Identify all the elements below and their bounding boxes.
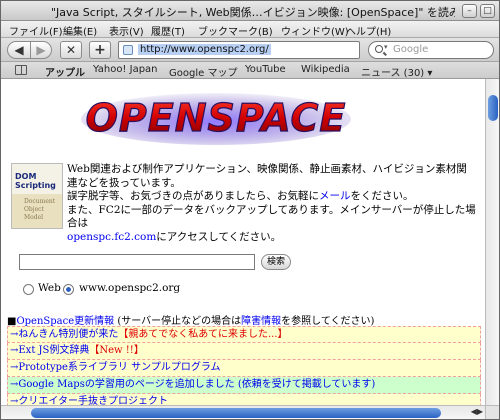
logo-text: OPENSPACE: [86, 96, 347, 140]
menu-window[interactable]: ウィンドウ(W): [281, 23, 349, 38]
news-link[interactable]: →ねんきん特別便が来た: [10, 329, 118, 340]
bookmark-wikipedia[interactable]: Wikipedia: [301, 64, 350, 75]
menu-bookmarks[interactable]: ブックマーク(B): [198, 23, 273, 38]
radio-web[interactable]: [23, 284, 34, 295]
intro-line-4: openspc.fc2.comにアクセスしてください。: [67, 231, 477, 245]
menu-edit[interactable]: 編集(E): [63, 23, 97, 38]
bookmark-apple[interactable]: アップル: [45, 64, 85, 79]
bookmarks-bar: アップル Yahoo! Japan Google マップ YouTube Wik…: [1, 62, 499, 79]
minimize-icon: –: [467, 6, 472, 16]
news-item[interactable]: →クリエイター手抜きプロジェクト: [7, 394, 481, 405]
forward-button[interactable]: ▶: [30, 41, 52, 59]
scroll-arrows-icon[interactable]: ◀▶: [471, 407, 483, 416]
news-item[interactable]: →ねんきん特別便が来た【親あてでなく私あてに来ました...】: [7, 326, 481, 343]
bookmark-news[interactable]: ニュース (30) ▾: [361, 64, 432, 79]
page-content: OPENSPACE DOM Scripting Document Object …: [1, 79, 485, 405]
url-text[interactable]: http://www.openspc2.org/: [138, 44, 271, 55]
resize-corner[interactable]: [485, 405, 499, 419]
dom-scripting-book-image[interactable]: DOM Scripting Document Object Model: [11, 163, 63, 229]
intro-line-4-text: にアクセスしてください。: [156, 230, 282, 243]
add-bookmark-button[interactable]: +: [89, 41, 111, 59]
bookmark-yahoo-japan[interactable]: Yahoo! Japan: [93, 64, 158, 75]
title-bar: "Java Script, スタイルシート, Web関係…イビジョン映像: [O…: [1, 1, 499, 21]
plus-icon: +: [94, 42, 106, 58]
radio-site-label: www.openspc2.org: [79, 282, 181, 294]
book-subtitle: Document Object Model: [24, 198, 56, 221]
fc2-link[interactable]: openspc.fc2.com: [67, 231, 156, 243]
openspace-logo: OPENSPACE: [81, 93, 351, 145]
intro-line-2: 誤字脱字等、お気づきの点がありましたら、お気軽にメールをください。: [67, 190, 477, 204]
menu-file[interactable]: ファイル(F): [9, 23, 63, 38]
minimize-button[interactable]: –: [462, 4, 477, 18]
menu-bar: ファイル(F) 編集(E) 表示(V) 履歴(T) ブックマーク(B) ウィンド…: [1, 21, 499, 38]
news-item[interactable]: →Prototype系ライブラリ サンプルプログラム: [7, 360, 481, 377]
search-field[interactable]: ▾ Google: [368, 41, 494, 59]
mail-link[interactable]: メール: [319, 190, 351, 202]
address-bar[interactable]: http://www.openspc2.org/: [118, 41, 360, 59]
menu-help[interactable]: ヘルプ(H): [346, 23, 391, 38]
stop-icon: ✕: [65, 43, 77, 57]
stop-button[interactable]: ✕: [60, 41, 82, 59]
search-icon: [375, 45, 383, 53]
news-note: 【親あてでなく私あてに来ました...】: [118, 329, 288, 340]
menu-view[interactable]: 表示(V): [109, 23, 144, 38]
bookmarks-book-icon[interactable]: [15, 65, 27, 75]
intro-line-1: Web関連および制作アプリケーション、映像関係、静止画素材、ハイビジョン素材関連…: [67, 163, 467, 189]
navigation-toolbar: ◀ ▶ ✕ + http://www.openspc2.org/ ▾ Googl…: [1, 38, 499, 62]
intro-line-3: また、FC2に一部のデータをバックアップしてあります。メインサーバーが停止した場…: [67, 203, 476, 230]
search-dropdown-icon[interactable]: ▾: [384, 43, 388, 51]
back-arrow-icon: ◀: [14, 43, 24, 57]
intro-text: Web関連および制作アプリケーション、映像関係、静止画素材、ハイビジョン素材関連…: [67, 163, 477, 244]
news-list: →ねんきん特別便が来た【親あてでなく私あてに来ました...】 →Ext JS例文…: [7, 326, 481, 405]
news-item[interactable]: →Ext JS例文辞典【New !!】: [7, 343, 481, 360]
menu-history[interactable]: 履歴(T): [151, 23, 185, 38]
news-link[interactable]: →Google Mapsの学習用のページを追加しました (依頼を受けて掲載してい…: [10, 379, 375, 390]
forward-arrow-icon: ▶: [36, 43, 46, 57]
news-note: 【New !!】: [89, 345, 144, 356]
back-button[interactable]: ◀: [7, 41, 31, 59]
intro-line-2-end: をください。: [350, 190, 414, 202]
news-link[interactable]: →Prototype系ライブラリ サンプルプログラム: [10, 362, 221, 373]
maximize-icon: □: [483, 6, 492, 16]
radio-web-label: Web: [38, 282, 61, 294]
news-link[interactable]: →Ext JS例文辞典: [10, 345, 89, 356]
update-notice: ■OpenSpace更新情報 (サーバー停止などの場合は障害情報を参照してくださ…: [7, 312, 481, 327]
vertical-scroll-thumb[interactable]: [488, 95, 498, 121]
site-favicon-icon: [123, 45, 133, 55]
maximize-button[interactable]: □: [480, 4, 495, 18]
bookmark-google-maps[interactable]: Google マップ: [169, 64, 237, 79]
vertical-scrollbar[interactable]: [485, 79, 499, 405]
intro-line-2-text: 誤字脱字等、お気づきの点がありましたら、お気軽に: [67, 190, 319, 202]
horizontal-scrollbar[interactable]: ◀▶: [1, 405, 485, 419]
news-item[interactable]: →Google Mapsの学習用のページを追加しました (依頼を受けて掲載してい…: [7, 377, 481, 394]
window-title: "Java Script, スタイルシート, Web関係…イビジョン映像: [O…: [51, 6, 455, 19]
radio-site[interactable]: [63, 284, 74, 295]
book-title: DOM Scripting: [15, 172, 56, 190]
site-search-button[interactable]: 検索: [261, 254, 291, 270]
bookmark-youtube[interactable]: YouTube: [245, 64, 286, 75]
site-search-input[interactable]: [19, 254, 255, 270]
search-placeholder: Google: [393, 44, 429, 55]
horizontal-scroll-thumb[interactable]: [31, 408, 441, 418]
news-link[interactable]: →クリエイター手抜きプロジェクト: [10, 396, 168, 405]
browser-window: "Java Script, スタイルシート, Web関係…イビジョン映像: [O…: [0, 0, 500, 420]
